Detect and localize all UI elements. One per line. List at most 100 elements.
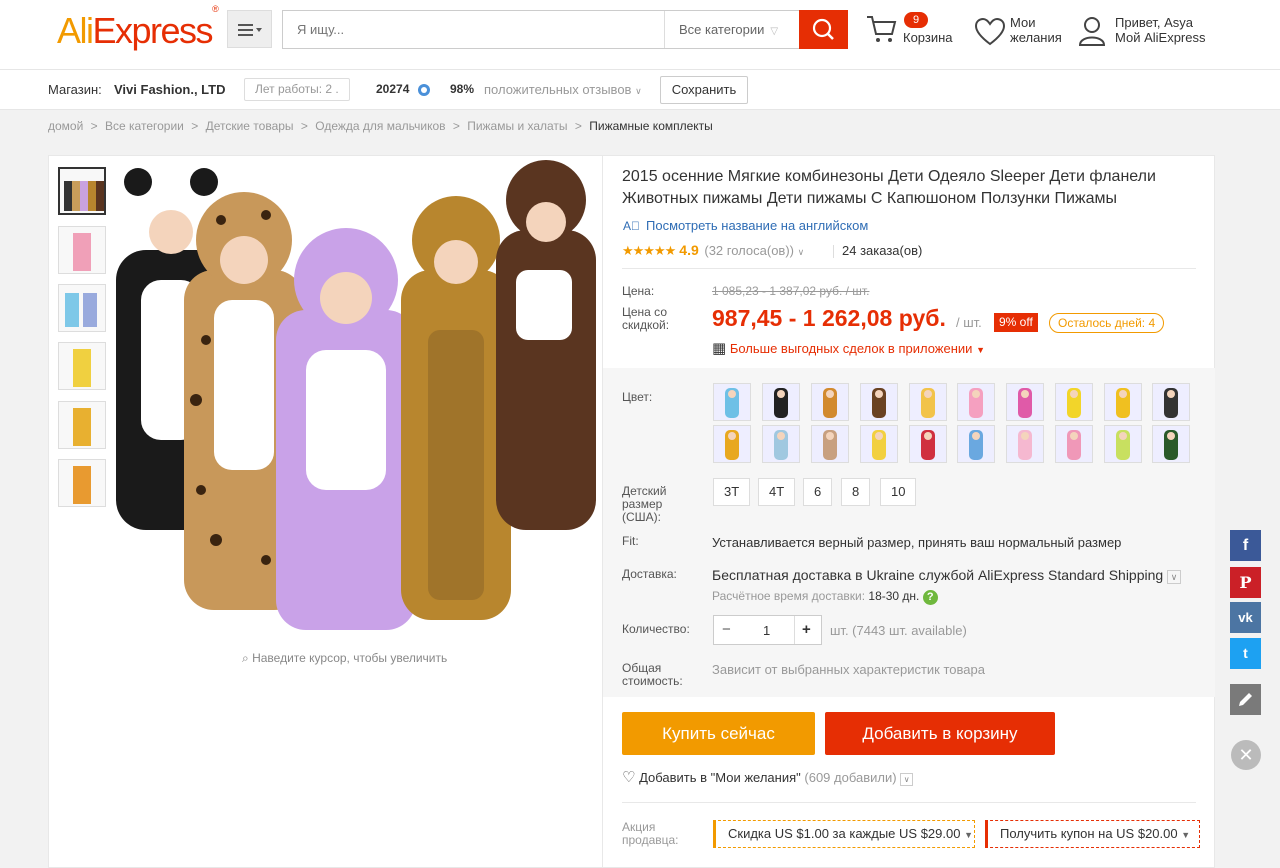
cart-icon bbox=[867, 16, 897, 42]
chevron-down-icon: ∨ bbox=[797, 247, 805, 257]
aliexpress-logo[interactable]: AliExpress® bbox=[57, 4, 219, 52]
orders-count[interactable]: 24 заказа(ов) bbox=[842, 243, 922, 258]
quantity-available: шт. (7443 шт. available) bbox=[830, 623, 967, 638]
minus-button[interactable]: − bbox=[722, 621, 731, 638]
positive-percent: 98% bbox=[450, 82, 475, 96]
color-swatch[interactable] bbox=[909, 383, 947, 421]
facebook-share-icon[interactable]: f bbox=[1230, 530, 1261, 561]
rating-stars: ★★★★★ bbox=[622, 243, 676, 258]
thumbnail[interactable] bbox=[58, 459, 106, 507]
price-label: Цена: bbox=[622, 284, 655, 298]
thumbnail[interactable] bbox=[58, 226, 106, 274]
size-option[interactable]: 3T bbox=[713, 478, 751, 506]
category-select[interactable]: Все категории ▽ bbox=[664, 11, 799, 48]
color-swatch[interactable] bbox=[909, 425, 947, 463]
chevron-down-icon: ∨ bbox=[900, 773, 914, 786]
positive-feedback-link[interactable]: положительных отзывов ∨ bbox=[484, 82, 642, 97]
account-link[interactable]: Привет, Asya Мой AliExpress bbox=[1115, 15, 1206, 45]
color-swatch[interactable] bbox=[713, 425, 751, 463]
shop-name[interactable]: Vivi Fashion., LTD bbox=[114, 82, 225, 97]
translate-icon: A⃝ bbox=[623, 219, 641, 233]
breadcrumb-item[interactable]: Пижамы и халаты bbox=[467, 119, 567, 133]
total-label: Общая стоимость: bbox=[622, 661, 683, 688]
thumbnail[interactable] bbox=[58, 167, 106, 215]
store-discount-promo[interactable]: Скидка US $1.00 за каждые US $29.00 ▼ bbox=[713, 820, 975, 848]
header: AliExpress® Все категории▽ 9 Корзина Мои… bbox=[0, 0, 1280, 70]
coupon-promo[interactable]: Получить купон на US $20.00 ▼ bbox=[985, 820, 1200, 848]
color-swatch[interactable] bbox=[957, 383, 995, 421]
search-bar: Все категории▽ bbox=[282, 10, 848, 49]
cart-count-badge: 9 bbox=[904, 12, 928, 28]
rating-value: 4.9 bbox=[679, 242, 699, 258]
menu-icon[interactable] bbox=[227, 10, 272, 48]
divider bbox=[622, 802, 1196, 803]
size-option[interactable]: 10 bbox=[880, 478, 917, 506]
heart-icon[interactable] bbox=[974, 17, 1006, 47]
search-button[interactable] bbox=[799, 10, 848, 49]
color-swatch[interactable] bbox=[811, 425, 849, 463]
store-score[interactable]: 20274 bbox=[376, 82, 409, 96]
store-years-badge: Лет работы: 2 . bbox=[244, 78, 350, 101]
quantity-label: Количество: bbox=[622, 622, 690, 636]
color-swatch[interactable] bbox=[762, 425, 800, 463]
save-store-button[interactable]: Сохранить bbox=[660, 76, 748, 104]
shipping-method[interactable]: Бесплатная доставка в Ukraine службой Al… bbox=[712, 567, 1182, 584]
twitter-share-icon[interactable]: t bbox=[1230, 638, 1261, 669]
color-swatch[interactable] bbox=[1006, 383, 1044, 421]
chevron-down-icon: ∨ bbox=[635, 86, 642, 96]
cart-label[interactable]: Корзина bbox=[903, 30, 953, 45]
user-icon[interactable] bbox=[1078, 15, 1106, 47]
breadcrumb-item[interactable]: Все категории bbox=[105, 119, 184, 133]
app-deals-link[interactable]: ▦ Больше выгодных сделок в приложении ▼ bbox=[712, 339, 985, 357]
color-swatch[interactable] bbox=[811, 383, 849, 421]
fit-value: Устанавливается верный размер, принять в… bbox=[712, 535, 1122, 550]
size-option[interactable]: 4T bbox=[758, 478, 796, 506]
zoom-hint: ⌕ Наведите курсор, чтобы увеличить bbox=[242, 651, 448, 665]
color-swatch[interactable] bbox=[860, 383, 898, 421]
color-swatch[interactable] bbox=[713, 383, 751, 421]
breadcrumb: домой > Все категории > Детские товары >… bbox=[48, 119, 713, 133]
main-product-image[interactable] bbox=[116, 160, 602, 642]
cart-button[interactable]: 9 bbox=[866, 12, 928, 49]
quantity-input[interactable]: 1 bbox=[763, 623, 770, 638]
color-swatch[interactable] bbox=[1055, 383, 1093, 421]
color-swatch[interactable] bbox=[1152, 425, 1190, 463]
breadcrumb-current: Пижамные комплекты bbox=[589, 119, 713, 133]
breadcrumb-item[interactable]: Одежда для мальчиков bbox=[315, 119, 445, 133]
color-swatch[interactable] bbox=[957, 425, 995, 463]
rating[interactable]: ★★★★★ 4.9 (32 голоса(ов)) ∨ bbox=[622, 242, 804, 259]
vk-share-icon[interactable]: vk bbox=[1230, 602, 1261, 633]
add-to-cart-button[interactable]: Добавить в корзину bbox=[825, 712, 1055, 755]
color-swatch[interactable] bbox=[1104, 383, 1142, 421]
thumbnail[interactable] bbox=[58, 342, 106, 390]
divider bbox=[622, 268, 1196, 269]
size-option[interactable]: 6 bbox=[803, 478, 833, 506]
color-swatch[interactable] bbox=[1006, 425, 1044, 463]
size-label: Детский размер (США): bbox=[622, 484, 667, 524]
heart-plus-icon: ♡ bbox=[622, 769, 636, 786]
add-to-wishlist[interactable]: ♡ Добавить в "Мои желания" (609 добавили… bbox=[622, 768, 914, 786]
rating-votes: (32 голоса(ов)) bbox=[704, 243, 794, 258]
color-swatch[interactable] bbox=[762, 383, 800, 421]
color-swatch[interactable] bbox=[1152, 383, 1190, 421]
close-icon[interactable]: ✕ bbox=[1231, 740, 1261, 770]
color-swatch[interactable] bbox=[1055, 425, 1093, 463]
buy-now-button[interactable]: Купить сейчас bbox=[622, 712, 815, 755]
pinterest-share-icon[interactable]: P bbox=[1230, 567, 1261, 598]
search-input[interactable] bbox=[283, 11, 663, 48]
thumbnail[interactable] bbox=[58, 284, 106, 332]
quantity-stepper: − 1 + bbox=[713, 615, 822, 645]
help-icon[interactable]: ? bbox=[922, 590, 938, 605]
color-swatch[interactable] bbox=[860, 425, 898, 463]
plus-button[interactable]: + bbox=[802, 621, 811, 638]
edit-icon[interactable] bbox=[1230, 684, 1261, 715]
color-swatch[interactable] bbox=[1104, 425, 1142, 463]
translate-link[interactable]: A⃝ Посмотреть название на английском bbox=[623, 218, 868, 233]
store-bar: Магазин: Vivi Fashion., LTD Лет работы: … bbox=[0, 70, 1280, 110]
breadcrumb-item[interactable]: Детские товары bbox=[206, 119, 294, 133]
wishlist-link[interactable]: Мои желания bbox=[1010, 15, 1062, 45]
discount-price-label: Цена со скидкой: bbox=[622, 305, 670, 332]
breadcrumb-item[interactable]: домой bbox=[48, 119, 83, 133]
thumbnail[interactable] bbox=[58, 401, 106, 449]
size-option[interactable]: 8 bbox=[841, 478, 871, 506]
